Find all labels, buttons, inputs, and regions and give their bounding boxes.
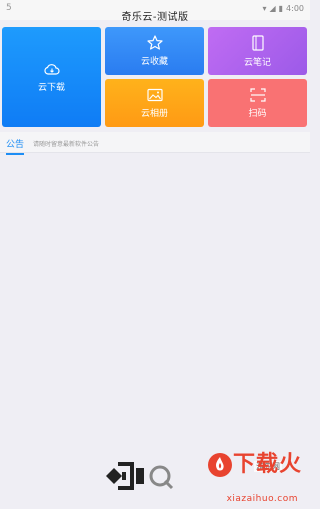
notice-text: 请随时留意最新软件公告 [33, 141, 100, 148]
cloud-collect-label: 云收藏 [140, 57, 168, 67]
image-icon [146, 88, 163, 101]
cloud-download-label: 云下载 [37, 82, 65, 93]
scan-code-label: 扫码 [248, 108, 267, 119]
watermark-brand: 下载火 [232, 452, 302, 477]
cloud-note-label: 云笔记 [243, 57, 271, 68]
star-icon [146, 35, 163, 50]
cloud-album-button[interactable]: 云相册 [105, 79, 204, 127]
scan-icon [249, 87, 266, 102]
cloud-download-button[interactable]: 云下载 [2, 27, 101, 127]
cloud-album-label: 云相册 [140, 108, 168, 119]
cloud-note-button[interactable]: 云笔记 [208, 27, 307, 75]
watermark-logo-left [106, 462, 174, 490]
notebook-icon [251, 34, 264, 51]
flame-logo-icon [207, 453, 232, 477]
cloud-collect-button[interactable]: 云收藏 [105, 27, 204, 75]
scan-code-button[interactable]: 扫码 [208, 79, 307, 127]
notice-tab[interactable]: 公告 [6, 137, 25, 155]
watermark-logo-right: 下载火 [207, 452, 302, 478]
watermark-domain: xiazaihuo.com [226, 494, 298, 504]
notice-bar: 公告 请随时留意最新软件公告 [0, 132, 310, 155]
page-title: 奇乐云-测试版 [121, 12, 189, 23]
cloud-download-icon [43, 63, 60, 75]
